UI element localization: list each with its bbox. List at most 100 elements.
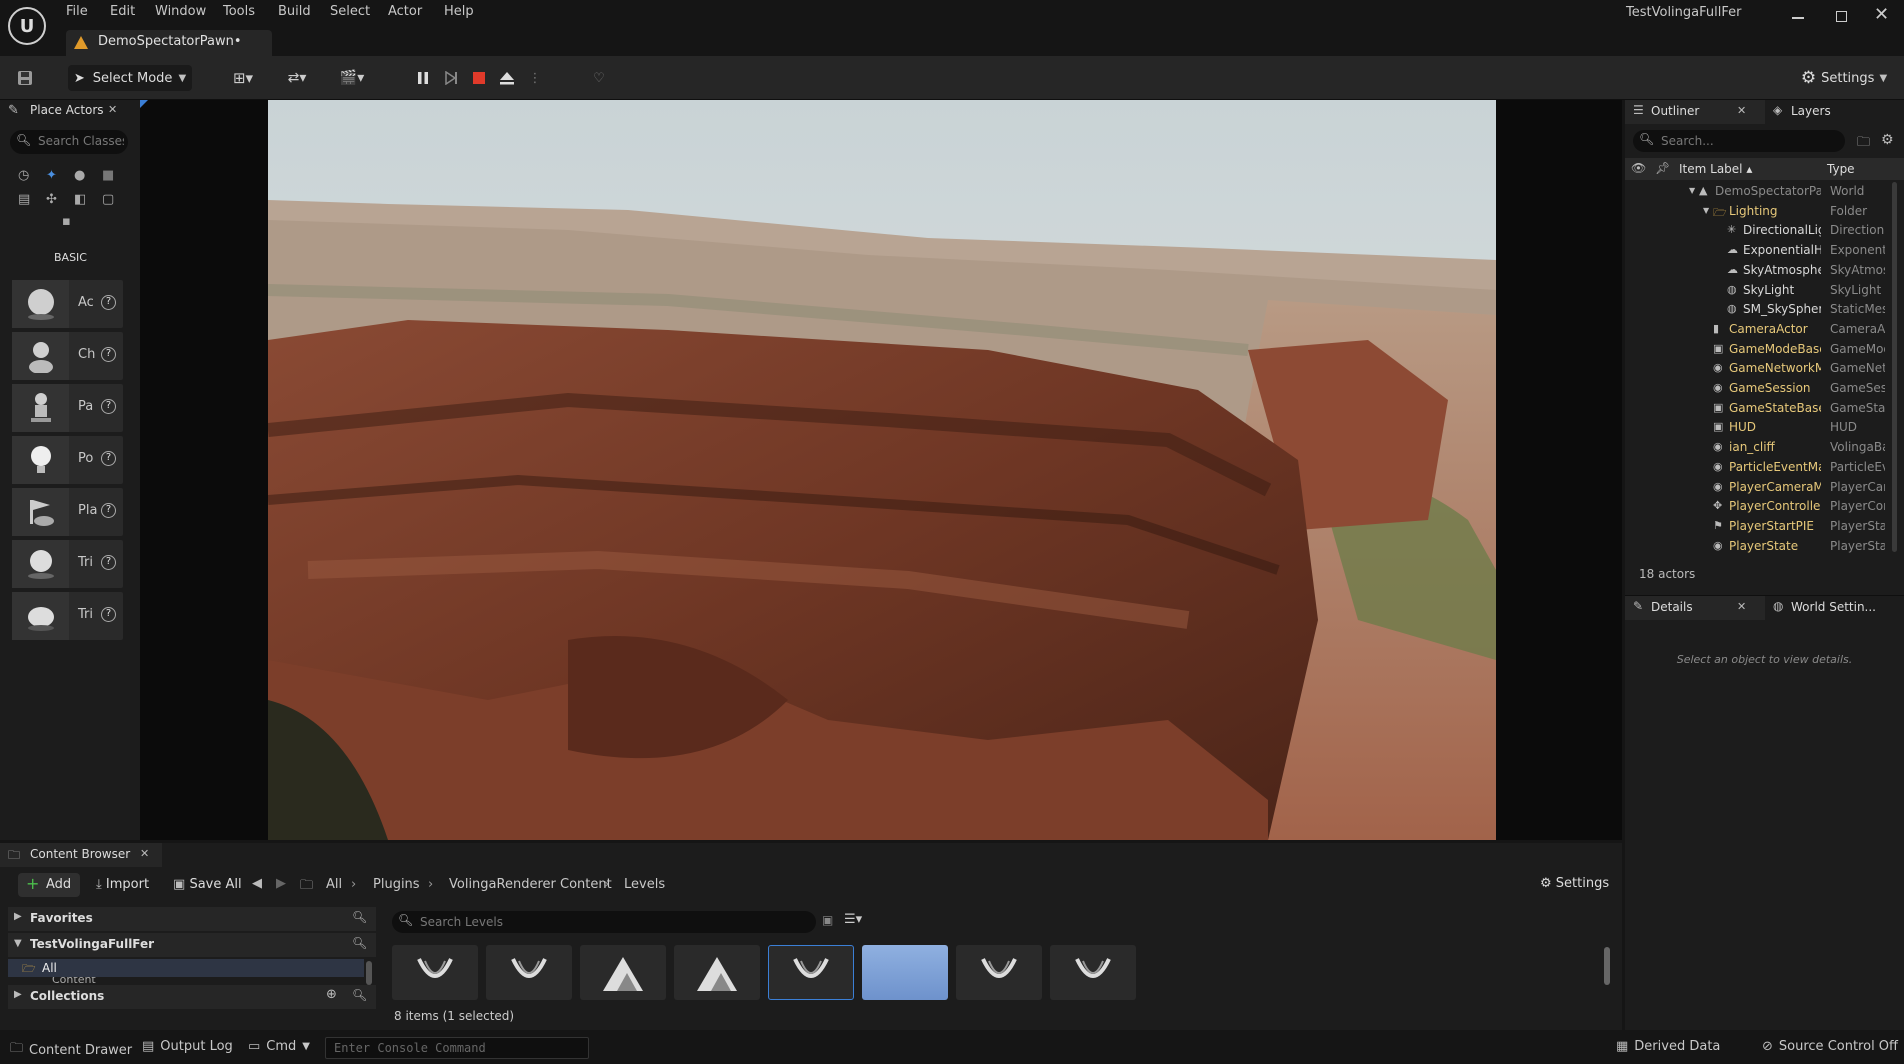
pin-icon[interactable]: 📌︎ bbox=[1655, 161, 1670, 175]
outliner-scrollbar[interactable] bbox=[1892, 182, 1897, 552]
help-icon[interactable]: ? bbox=[101, 347, 116, 362]
outliner-row[interactable]: ▼ ▲ DemoSpectatorPawn World bbox=[1625, 182, 1904, 202]
unreal-logo-icon[interactable]: U bbox=[8, 7, 46, 45]
menu-window[interactable]: Window bbox=[155, 4, 206, 19]
favorites-row[interactable]: ▶ Favorites 🔍︎ bbox=[8, 907, 376, 931]
texture-asset-tile[interactable] bbox=[580, 945, 666, 1000]
actor-item[interactable]: Pla ? bbox=[12, 488, 123, 536]
close-tab-icon[interactable]: ✕ bbox=[140, 847, 149, 860]
level-asset-tile[interactable] bbox=[486, 945, 572, 1000]
outliner-row[interactable]: ◉ GameSession GameSession bbox=[1625, 379, 1904, 399]
breadcrumb-all[interactable]: All bbox=[326, 877, 342, 892]
close-icon[interactable]: ✕ bbox=[1874, 4, 1889, 25]
viewport-render[interactable] bbox=[268, 100, 1496, 840]
project-row[interactable]: ▼ TestVolingaFullFer 🔍︎ bbox=[8, 933, 376, 957]
folder-content-row[interactable]: Content bbox=[8, 977, 364, 985]
recent-icon[interactable]: ◷ bbox=[18, 168, 29, 183]
platforms-icon[interactable]: ♡ bbox=[588, 65, 610, 91]
place-actors-tab[interactable]: ✎ Place Actors ✕ bbox=[0, 100, 140, 124]
chevron-down-icon[interactable]: ▼ bbox=[1689, 186, 1695, 195]
outliner-row[interactable]: ◉ ParticleEventManager ParticleEventManage… bbox=[1625, 458, 1904, 478]
outliner-row[interactable]: ▼ 🗁 Lighting Folder bbox=[1625, 202, 1904, 222]
geometry-icon[interactable]: ◧ bbox=[74, 192, 86, 207]
folder-all-row[interactable]: 🗁 All bbox=[8, 959, 364, 977]
actor-item[interactable]: Tri ? bbox=[12, 592, 123, 640]
eject-button[interactable] bbox=[496, 65, 518, 91]
source-control-button[interactable]: ⊘ Source Control Off bbox=[1762, 1039, 1898, 1054]
outliner-row[interactable]: ▣ GameModeBase GameModeBase bbox=[1625, 340, 1904, 360]
place-actors-search[interactable]: 🔍︎ Search Classes bbox=[10, 130, 128, 154]
search-icon[interactable]: 🔍︎ bbox=[352, 988, 367, 1002]
asset-search[interactable]: 🔍︎ Search Levels bbox=[392, 911, 816, 933]
material-asset-tile[interactable] bbox=[862, 945, 948, 1000]
outliner-row[interactable]: ◍ SM_SkySphere StaticMeshActor bbox=[1625, 300, 1904, 320]
outliner-row[interactable]: ▣ HUD HUD bbox=[1625, 418, 1904, 438]
level-asset-tile[interactable] bbox=[392, 945, 478, 1000]
select-mode-button[interactable]: ➤ Select Mode ▼ bbox=[68, 65, 192, 91]
actor-item[interactable]: Pa ? bbox=[12, 384, 123, 432]
help-icon[interactable]: ? bbox=[101, 399, 116, 414]
minimize-icon[interactable] bbox=[1792, 17, 1804, 19]
save-all-button[interactable]: ▣ Save All bbox=[173, 877, 242, 892]
output-log-button[interactable]: ▤ Output Log bbox=[142, 1039, 233, 1054]
outliner-row[interactable]: ◍ SkyLight SkyLight bbox=[1625, 281, 1904, 301]
help-icon[interactable]: ? bbox=[101, 451, 116, 466]
actor-item[interactable]: Ch ? bbox=[12, 332, 123, 380]
stop-button[interactable] bbox=[468, 65, 490, 91]
console-input[interactable]: Enter Console Command bbox=[325, 1037, 589, 1059]
item-label-column[interactable]: Item Label ▴ bbox=[1679, 162, 1752, 176]
help-icon[interactable]: ? bbox=[101, 555, 116, 570]
cmd-dropdown[interactable]: ▭ Cmd ▼ bbox=[248, 1039, 310, 1054]
close-tab-icon[interactable]: ✕ bbox=[1737, 600, 1746, 613]
outliner-row[interactable]: ◉ ian_cliff VolingaBaseActor bbox=[1625, 438, 1904, 458]
help-icon[interactable]: ? bbox=[101, 503, 116, 518]
menu-file[interactable]: File bbox=[66, 4, 88, 19]
close-tab-icon[interactable]: ✕ bbox=[1737, 104, 1746, 117]
basic-icon[interactable]: ✦ bbox=[46, 168, 57, 183]
outliner-row[interactable]: ▮ CameraActor CameraActor bbox=[1625, 320, 1904, 340]
add-collection-icon[interactable]: ⊕ bbox=[326, 987, 337, 1002]
breadcrumb-volinga-content[interactable]: VolingaRenderer Content bbox=[449, 877, 612, 892]
blueprint-button[interactable]: ⇄▾ bbox=[280, 65, 314, 91]
outliner-row[interactable]: ◉ PlayerState PlayerState bbox=[1625, 537, 1904, 557]
restore-icon[interactable] bbox=[1836, 11, 1847, 22]
import-button[interactable]: ⤓ Import bbox=[96, 877, 149, 892]
back-icon[interactable]: ◀︎ bbox=[252, 876, 262, 891]
volumes-icon[interactable]: ▢ bbox=[102, 192, 114, 207]
search-icon[interactable]: 🔍︎ bbox=[352, 936, 367, 950]
asset-scrollbar[interactable] bbox=[1604, 947, 1610, 985]
menu-select[interactable]: Select bbox=[330, 4, 370, 19]
add-actor-button[interactable]: ⊞▾ bbox=[226, 65, 260, 91]
cinematic-icon[interactable]: ▤ bbox=[18, 192, 30, 207]
menu-build[interactable]: Build bbox=[278, 4, 311, 19]
content-browser-tab[interactable]: 🗀 Content Browser ✕ bbox=[0, 843, 162, 867]
all-classes-icon[interactable]: ▪ bbox=[62, 214, 71, 229]
pause-button[interactable] bbox=[412, 65, 434, 91]
save-search-icon[interactable]: ▣ bbox=[822, 913, 833, 927]
folder-icon[interactable]: 🗀 bbox=[300, 876, 313, 898]
details-tab[interactable]: ✎ Details ✕ bbox=[1625, 596, 1765, 620]
level-tab[interactable]: DemoSpectatorPawn• bbox=[66, 30, 272, 56]
menu-help[interactable]: Help bbox=[444, 4, 474, 19]
texture-asset-tile[interactable] bbox=[674, 945, 760, 1000]
cb-settings-button[interactable]: ⚙ Settings bbox=[1540, 876, 1609, 891]
content-drawer-button[interactable]: 🗀 Content Drawer bbox=[10, 1039, 132, 1061]
level-asset-tile[interactable] bbox=[1050, 945, 1136, 1000]
outliner-row[interactable]: ◉ PlayerCameraManager PlayerCameraManager bbox=[1625, 478, 1904, 498]
chevron-down-icon[interactable]: ▼ bbox=[1703, 206, 1709, 215]
more-options-icon[interactable]: ⋮ bbox=[528, 65, 542, 91]
search-icon[interactable]: 🔍︎ bbox=[352, 910, 367, 924]
lights-icon[interactable]: ● bbox=[74, 168, 85, 183]
collections-row[interactable]: ▶ Collections ⊕ 🔍︎ bbox=[8, 985, 376, 1009]
visibility-icon[interactable]: 👁︎ bbox=[1631, 161, 1646, 175]
outliner-row[interactable]: ◉ GameNetworkManager GameNetworkManager bbox=[1625, 359, 1904, 379]
settings-button[interactable]: ⚙ Settings ▼ bbox=[1798, 65, 1890, 91]
gear-icon[interactable]: ⚙ bbox=[1881, 132, 1894, 148]
world-settings-tab[interactable]: ◍ World Settin... bbox=[1767, 596, 1897, 620]
forward-icon[interactable]: ▶︎ bbox=[276, 876, 286, 891]
outliner-row[interactable]: ▣ GameStateBase GameStateBase bbox=[1625, 399, 1904, 419]
menu-edit[interactable]: Edit bbox=[110, 4, 135, 19]
layers-tab[interactable]: ◈ Layers bbox=[1767, 100, 1887, 124]
filter-icon[interactable]: ☰▾ bbox=[844, 912, 862, 927]
menu-actor[interactable]: Actor bbox=[388, 4, 422, 19]
